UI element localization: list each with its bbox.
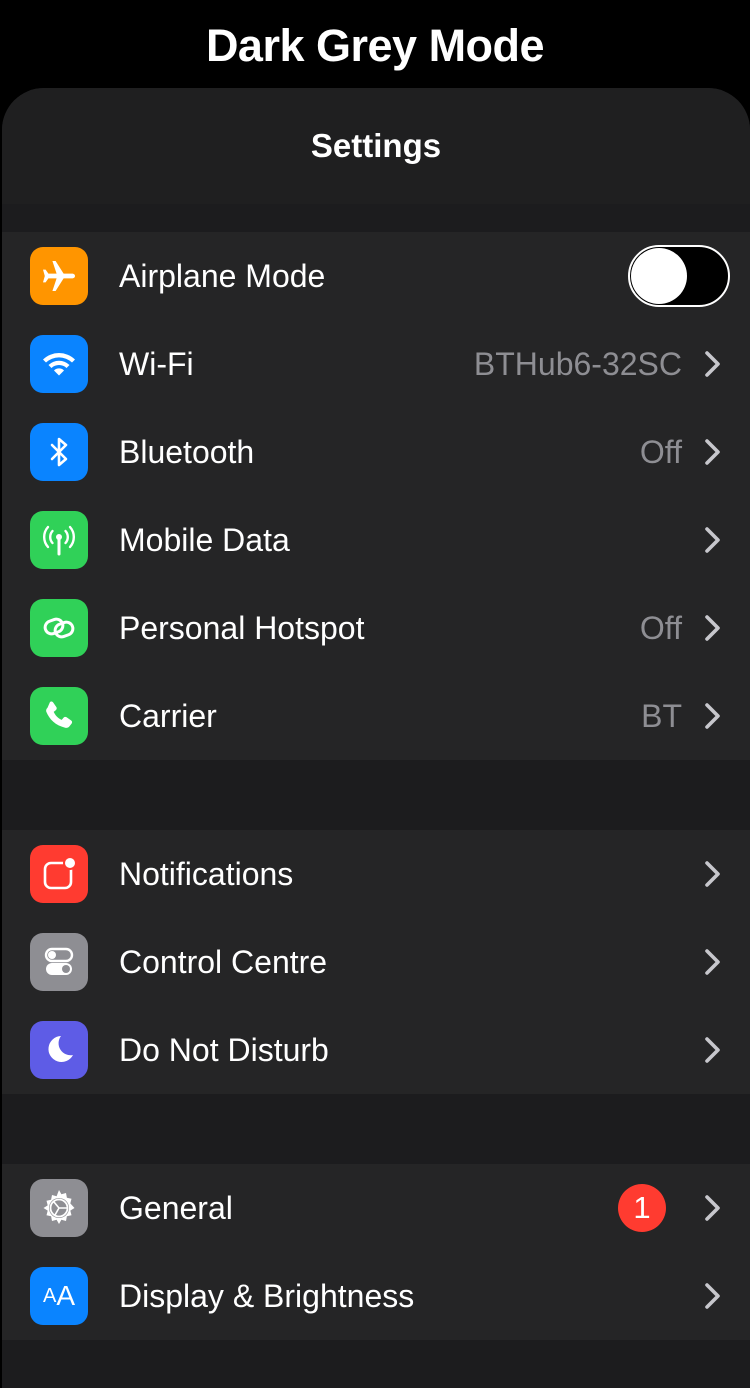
section-spacer [2, 204, 750, 232]
row-bluetooth[interactable]: Bluetooth Off [2, 408, 750, 496]
chevron-right-icon [705, 1195, 720, 1221]
row-value: Off [639, 433, 682, 470]
phone-screen: Settings Airplane Mode Wi-Fi BTHub6-32SC [2, 88, 750, 1388]
section-spacer [2, 1094, 750, 1164]
chevron-right-icon [705, 615, 720, 641]
toggle-knob [631, 248, 687, 304]
row-do-not-disturb[interactable]: Do Not Disturb [2, 1006, 750, 1094]
navigation-bar: Settings [2, 88, 750, 204]
row-wifi[interactable]: Wi-Fi BTHub6-32SC [2, 320, 750, 408]
row-value: BT [641, 697, 682, 734]
chevron-right-icon [705, 1037, 720, 1063]
row-label: Do Not Disturb [119, 1031, 329, 1068]
settings-group-general: General 1 AA Display & Brightness [2, 1164, 750, 1340]
row-label: Carrier [119, 697, 217, 734]
row-notifications[interactable]: Notifications [2, 830, 750, 918]
gear-icon [30, 1179, 88, 1237]
notification-badge: 1 [618, 1184, 666, 1232]
row-label: Control Centre [119, 943, 328, 980]
row-value: Off [639, 609, 682, 646]
row-general[interactable]: General 1 [2, 1164, 750, 1252]
moon-icon [30, 1021, 88, 1079]
row-label: General [119, 1189, 233, 1226]
row-carrier[interactable]: Carrier BT [2, 672, 750, 760]
chevron-right-icon [705, 1283, 720, 1309]
settings-group-connectivity: Airplane Mode Wi-Fi BTHub6-32SC Bluetoot… [2, 232, 750, 760]
nav-title: Settings [310, 127, 442, 164]
chevron-right-icon [705, 861, 720, 887]
row-label: Notifications [119, 855, 294, 892]
row-personal-hotspot[interactable]: Personal Hotspot Off [2, 584, 750, 672]
text-size-icon: AA [30, 1267, 88, 1325]
antenna-icon [30, 511, 88, 569]
row-airplane-mode[interactable]: Airplane Mode [2, 232, 750, 320]
chevron-right-icon [705, 351, 720, 377]
row-label: Personal Hotspot [119, 609, 365, 646]
row-mobile-data[interactable]: Mobile Data [2, 496, 750, 584]
row-control-centre[interactable]: Control Centre [2, 918, 750, 1006]
row-display-brightness[interactable]: AA Display & Brightness [2, 1252, 750, 1340]
phone-icon [30, 687, 88, 745]
row-label: Mobile Data [119, 521, 290, 558]
bluetooth-icon [30, 423, 88, 481]
page-title: Dark Grey Mode [205, 20, 545, 71]
section-spacer [2, 760, 750, 830]
notifications-icon [30, 845, 88, 903]
row-label: Bluetooth [119, 433, 255, 470]
chevron-right-icon [705, 527, 720, 553]
hotspot-chain-icon [30, 599, 88, 657]
airplane-icon [30, 247, 88, 305]
row-value: BTHub6-32SC [473, 345, 682, 382]
airplane-mode-toggle[interactable] [628, 245, 730, 307]
switches-icon [30, 933, 88, 991]
chevron-right-icon [705, 949, 720, 975]
chevron-right-icon [705, 439, 720, 465]
row-label: Airplane Mode [119, 257, 326, 294]
chevron-right-icon [705, 703, 720, 729]
row-label: Display & Brightness [119, 1277, 415, 1314]
wifi-icon [30, 335, 88, 393]
page-header: Dark Grey Mode [0, 0, 750, 92]
settings-group-alerts: Notifications Control Centre Do Not Dist… [2, 830, 750, 1094]
row-label: Wi-Fi [119, 345, 194, 382]
